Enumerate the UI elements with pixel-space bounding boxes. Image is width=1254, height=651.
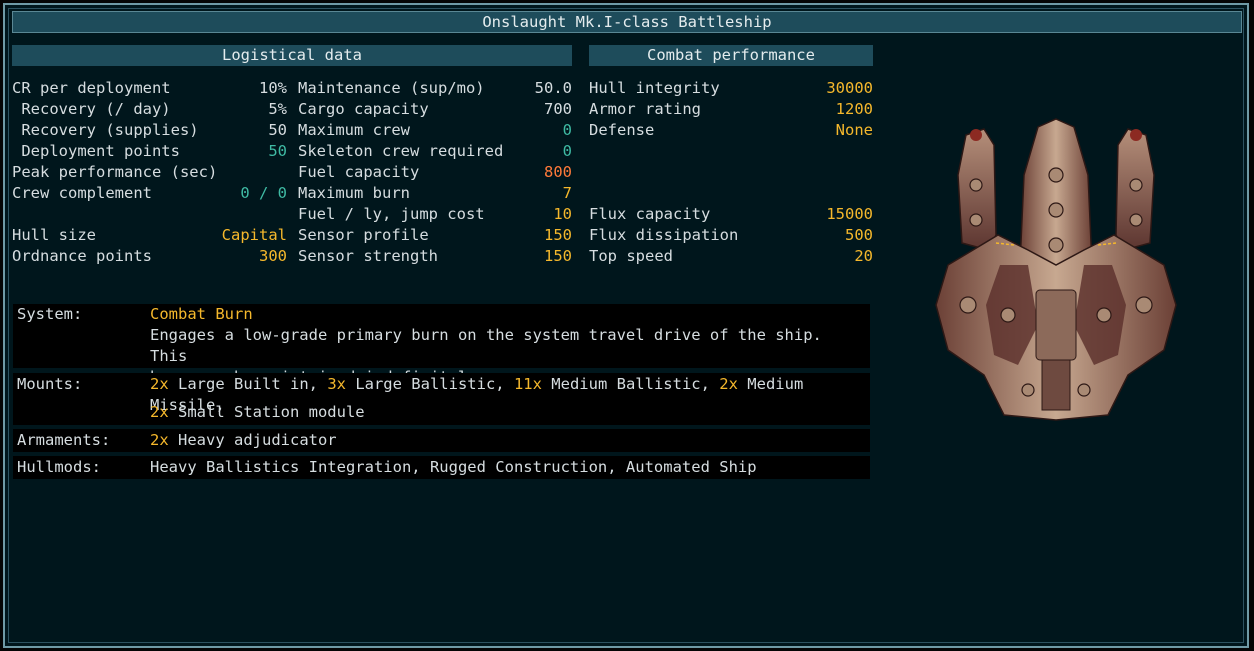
stat-label: Crew complement <box>12 184 152 202</box>
stat-label: Hull integrity <box>589 79 720 97</box>
logistics-col1-row: Peak performance (sec) <box>12 162 287 183</box>
logistics-col1-row <box>12 204 287 225</box>
system-name: Combat Burn <box>150 305 253 323</box>
logistics-col1-row: Deployment points 50 <box>12 141 287 162</box>
stat-label: CR per deployment <box>12 79 171 97</box>
stat-label: Recovery (supplies) <box>12 121 199 139</box>
ship-sprite-icon <box>935 118 1177 421</box>
stat-label: Hull size <box>12 226 96 244</box>
stat-value: 30000 <box>826 79 873 97</box>
hullmods-box: Hullmods: Heavy Ballistics Integration, … <box>13 456 870 479</box>
logistical-header: Logistical data <box>12 45 572 66</box>
stat-label: Ordnance points <box>12 247 152 265</box>
stat-label: Flux dissipation <box>589 226 739 244</box>
combat-row <box>589 141 873 162</box>
mounts-label: Mounts: <box>17 375 83 393</box>
combat-row <box>589 162 873 183</box>
combat-row: Flux dissipation 500 <box>589 225 873 246</box>
logistics-col2-row: Cargo capacity 700 <box>298 99 572 120</box>
stat-label: Maximum burn <box>298 184 410 202</box>
stat-label: Recovery (/ day) <box>12 100 171 118</box>
combat-row: Top speed 20 <box>589 246 873 267</box>
mounts-line-2: 2x Small Station module <box>150 403 365 421</box>
stat-value: 500 <box>845 226 873 244</box>
stat-label: Armor rating <box>589 100 701 118</box>
stat-label: Flux capacity <box>589 205 711 223</box>
system-label: System: <box>17 305 83 323</box>
combat-row: Flux capacity 15000 <box>589 204 873 225</box>
stat-label: Sensor strength <box>298 247 438 265</box>
combat-row: Defense None <box>589 120 873 141</box>
stat-label: Maximum crew <box>298 121 410 139</box>
stat-value: 15000 <box>826 205 873 223</box>
logistics-col2-row: Fuel capacity 800 <box>298 162 572 183</box>
stat-value: 0 <box>562 121 572 139</box>
logistics-col1-row: Ordnance points 300 <box>12 246 287 267</box>
stat-value: 5% <box>268 100 287 118</box>
stat-label: Defense <box>589 121 655 139</box>
stat-label: Deployment points <box>12 142 180 160</box>
stat-value: 0 <box>562 142 572 160</box>
stat-value: 700 <box>544 100 572 118</box>
combat-row <box>589 183 873 204</box>
ship-title-banner: Onslaught Mk.I-class Battleship <box>12 11 1242 33</box>
stat-value: 150 <box>544 247 572 265</box>
logistics-col2-row: Maximum crew 0 <box>298 120 572 141</box>
mounts-box: Mounts: 2x Large Built in, 3x Large Ball… <box>13 373 870 425</box>
hullmods-label: Hullmods: <box>17 458 101 476</box>
stat-label: Cargo capacity <box>298 100 429 118</box>
stat-value: 20 <box>854 247 873 265</box>
stat-label: Top speed <box>589 247 673 265</box>
stat-value: 50 <box>268 121 287 139</box>
combat-row: Hull integrity 30000 <box>589 78 873 99</box>
stat-value: Capital <box>221 226 287 244</box>
logistics-col2-row: Skeleton crew required 0 <box>298 141 572 162</box>
system-description-line-1: Engages a low-grade primary burn on the … <box>150 326 822 365</box>
armaments-label: Armaments: <box>17 431 111 449</box>
stat-label: Skeleton crew required <box>298 142 504 160</box>
logistics-col1-row: Hull size Capital <box>12 225 287 246</box>
stat-value: 10 <box>553 205 572 223</box>
logistics-col2-row: Fuel / ly, jump cost 10 <box>298 204 572 225</box>
logistics-col2-row: Maintenance (sup/mo) 50.0 <box>298 78 572 99</box>
logistics-col2-row: Maximum burn 7 <box>298 183 572 204</box>
hullmods-list: Heavy Ballistics Integration, Rugged Con… <box>150 458 757 476</box>
stat-value: None <box>835 121 873 139</box>
stat-value: 50 <box>268 142 287 160</box>
logistics-col1-row: CR per deployment 10% <box>12 78 287 99</box>
armaments-box: Armaments: 2x Heavy adjudicator <box>13 429 870 452</box>
stat-value: 7 <box>562 184 572 202</box>
logistics-col1-row: Recovery (/ day) 5% <box>12 99 287 120</box>
ship-title: Onslaught Mk.I-class Battleship <box>482 13 772 31</box>
stat-value: 150 <box>544 226 572 244</box>
mounts-line-1: 2x Large Built in, 3x Large Ballistic, 1… <box>150 375 804 414</box>
logistics-col2-row: Sensor profile 150 <box>298 225 572 246</box>
stat-label: Fuel capacity <box>298 163 420 181</box>
logistics-col2-row: Sensor strength 150 <box>298 246 572 267</box>
stat-label: Sensor profile <box>298 226 429 244</box>
system-box: System: Combat Burn Engages a low-grade … <box>13 304 870 386</box>
stat-value: 300 <box>259 247 287 265</box>
combat-row: Armor rating 1200 <box>589 99 873 120</box>
stat-value: 0 / 0 <box>240 184 287 202</box>
logistics-col1-row: Recovery (supplies) 50 <box>12 120 287 141</box>
combat-header: Combat performance <box>589 45 873 66</box>
stat-value: 10% <box>259 79 287 97</box>
stat-value: 50.0 <box>534 79 572 97</box>
logistics-col1-row: Crew complement 0 / 0 <box>12 183 287 204</box>
stat-label: Fuel / ly, jump cost <box>298 205 485 223</box>
stat-label: Maintenance (sup/mo) <box>298 79 485 97</box>
stat-value: 800 <box>544 163 572 181</box>
stat-value: 1200 <box>835 100 873 118</box>
stat-label: Peak performance (sec) <box>12 163 218 181</box>
